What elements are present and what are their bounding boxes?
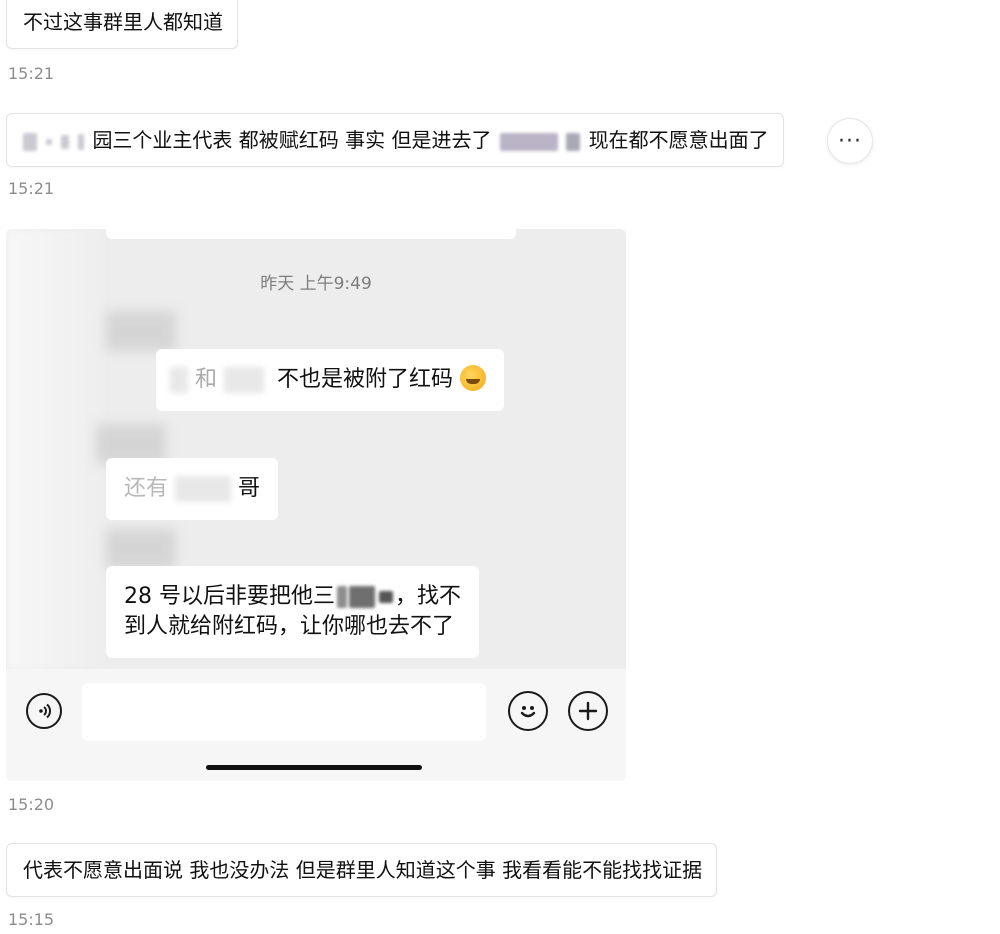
more-icon[interactable]: ··· (827, 118, 873, 164)
chat-text-part: 哥 (238, 476, 261, 501)
redacted-block (349, 586, 375, 608)
message-text-part: 现在都不愿意出面了 (588, 128, 769, 152)
chat-text-part: 还有 (124, 476, 169, 501)
redacted-block (379, 591, 393, 603)
emoji-icon[interactable] (508, 691, 548, 731)
chat-input-bar (6, 669, 626, 781)
chat-bubble: 28 号以后非要把他三 ，找不 到人就给附红码，让你哪也去不了 (106, 566, 480, 658)
screenshot-image[interactable]: 昨天 上午9:49 和 不也是被附了红码 还有 哥 28 号以后非要把他三 ，找不… (6, 229, 626, 781)
chat-text-line: 到人就给附红码，让你哪也去不了 (124, 614, 455, 639)
chat-text-part: 不也是被附了红码 (277, 367, 454, 392)
blurred-avatar (106, 311, 176, 351)
redacted-block (170, 367, 188, 393)
chat-bubble: 还有 哥 (106, 458, 279, 520)
message-bubble[interactable]: 园三个业主代表 都被赋红码 事实 但是进去了 现在都不愿意出面了 (6, 113, 784, 167)
redacted-block (60, 134, 69, 149)
message-bubble[interactable]: 代表不愿意出面说 我也没办法 但是群里人知道这个事 我看看能不能找找证据 (6, 843, 718, 897)
chat-text-part: 和 (195, 367, 218, 392)
message-bubble[interactable]: 不过这事群里人都知道 (6, 0, 238, 49)
chat-text-line: 28 号以后非要把他三 ，找不 (124, 582, 461, 612)
redacted-block (23, 132, 37, 151)
plus-glyph (578, 701, 598, 721)
redacted-block (175, 476, 232, 502)
chat-bubble: 和 不也是被附了红码 (156, 349, 505, 411)
message-time: 15:21 (8, 64, 55, 83)
redacted-block (224, 367, 265, 393)
redacted-block (566, 132, 581, 151)
message-text: 不过这事群里人都知道 (23, 10, 223, 34)
voice-icon-glyph (39, 703, 51, 719)
laughing-tears-emoji-icon (460, 365, 487, 391)
chat-timestamp: 昨天 上午9:49 (260, 274, 372, 294)
message-text: 代表不愿意出面说 我也没办法 但是群里人知道这个事 我看看能不能找找证据 (23, 858, 703, 882)
redacted-block (499, 132, 558, 151)
blurred-avatar (106, 529, 176, 569)
message-text-part: 园三个业主代表 都被赋红码 事实 但是进去了 (92, 128, 492, 152)
message-time: 15:15 (8, 910, 55, 929)
voice-icon[interactable] (26, 693, 62, 729)
redacted-block (337, 586, 347, 608)
redacted-block (78, 133, 85, 150)
chat-page: 不过这事群里人都知道 15:21 园三个业主代表 都被赋红码 事实 但是进去了 … (0, 0, 1000, 934)
cropped-bubble-edge (106, 229, 516, 239)
redacted-block (46, 138, 53, 145)
home-indicator (206, 765, 422, 770)
chat-text-part: 28 号以后非要把他三 (124, 584, 335, 609)
message-time: 15:20 (8, 795, 55, 814)
plus-icon[interactable] (568, 691, 608, 731)
smiley-face-glyph (520, 706, 536, 718)
message-input[interactable] (82, 683, 486, 741)
blurred-avatar-column (6, 229, 101, 669)
chat-text-part: ，找不 (395, 584, 462, 609)
message-time: 15:21 (8, 179, 55, 198)
